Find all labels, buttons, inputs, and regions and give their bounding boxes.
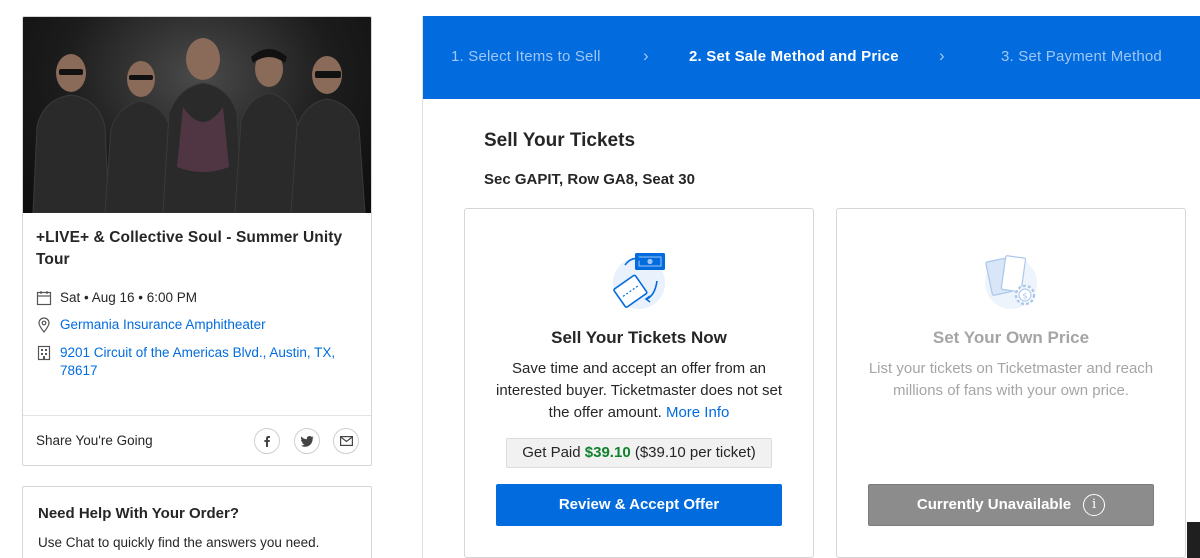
currently-unavailable-label: Currently Unavailable: [916, 496, 1072, 513]
location-pin-icon: [38, 317, 50, 333]
get-paid-label: Get Paid: [522, 444, 581, 461]
card-divider: [23, 415, 371, 416]
chevron-right-icon: ›: [643, 46, 649, 65]
twitter-icon: [300, 435, 313, 447]
building-icon: [37, 345, 51, 361]
email-share-button[interactable]: [333, 428, 359, 454]
ticket-exchange-icon: [613, 253, 665, 309]
event-venue-row: Germania Insurance Amphitheater: [36, 316, 266, 334]
set-own-price-card: $ Set Your Own Price List your tickets o…: [836, 208, 1186, 558]
review-accept-offer-button[interactable]: Review & Accept Offer: [496, 484, 782, 526]
price-tickets-gear-icon: $: [985, 255, 1037, 309]
event-card: +LIVE+ & Collective Soul - Summer Unity …: [22, 16, 372, 466]
seat-info: Sec GAPIT, Row GA8, Seat 30: [484, 171, 695, 188]
facebook-share-button[interactable]: [254, 428, 280, 454]
calendar-icon: [36, 291, 52, 306]
event-photo: [23, 17, 371, 213]
set-own-price-description: List your tickets on Ticketmaster and re…: [868, 360, 1154, 399]
sell-now-card: Sell Your Tickets Now Save time and acce…: [464, 208, 814, 558]
sell-now-desc-text: Save time and accept an offer from an in…: [496, 360, 782, 421]
progress-stepper: 1. Select Items to Sell › 2. Set Sale Me…: [423, 16, 1200, 99]
step-select-items[interactable]: 1. Select Items to Sell: [451, 48, 601, 65]
sell-now-description: Save time and accept an offer from an in…: [490, 358, 788, 424]
set-own-price-title: Set Your Own Price: [932, 328, 1090, 347]
edge-widget: [1187, 522, 1200, 558]
twitter-share-button[interactable]: [294, 428, 320, 454]
band-photo-illustration: [32, 38, 366, 213]
step-sale-method[interactable]: 2. Set Sale Method and Price: [689, 48, 899, 65]
page-title: Sell Your Tickets: [484, 130, 636, 151]
get-paid-amount: $39.10: [584, 444, 631, 461]
step-payment-method[interactable]: 3. Set Payment Method: [1001, 48, 1162, 65]
sell-now-title: Sell Your Tickets Now: [551, 328, 727, 347]
event-address-link[interactable]: 9201 Circuit of the Americas Blvd., Aust…: [60, 344, 356, 380]
event-address-row: 9201 Circuit of the Americas Blvd., Aust…: [36, 344, 356, 380]
facebook-icon: [264, 436, 270, 447]
help-card: Need Help With Your Order? Use Chat to q…: [22, 486, 372, 558]
event-date-time: Sat • Aug 16 • 6:00 PM: [60, 290, 198, 305]
chevron-right-icon: ›: [939, 46, 945, 65]
sell-panel: 1. Select Items to Sell › 2. Set Sale Me…: [422, 16, 1200, 558]
email-icon: [339, 436, 353, 446]
help-title: Need Help With Your Order?: [38, 505, 239, 522]
event-venue-link[interactable]: Germania Insurance Amphitheater: [60, 316, 266, 334]
get-paid-per-ticket: ($39.10 per ticket): [634, 444, 756, 461]
event-title[interactable]: +LIVE+ & Collective Soul - Summer Unity …: [36, 227, 356, 271]
more-info-link[interactable]: More Info: [666, 404, 729, 421]
get-paid-summary: Get Paid $39.10 ($39.10 per ticket): [506, 438, 772, 468]
event-date-row: Sat • Aug 16 • 6:00 PM: [36, 289, 197, 307]
info-icon[interactable]: i: [1083, 494, 1106, 516]
share-label: Share You're Going: [36, 433, 153, 448]
currently-unavailable-button: Currently Unavailable i: [868, 484, 1154, 526]
help-text: Use Chat to quickly find the answers you…: [38, 535, 320, 550]
svg-text:$: $: [1022, 292, 1027, 301]
